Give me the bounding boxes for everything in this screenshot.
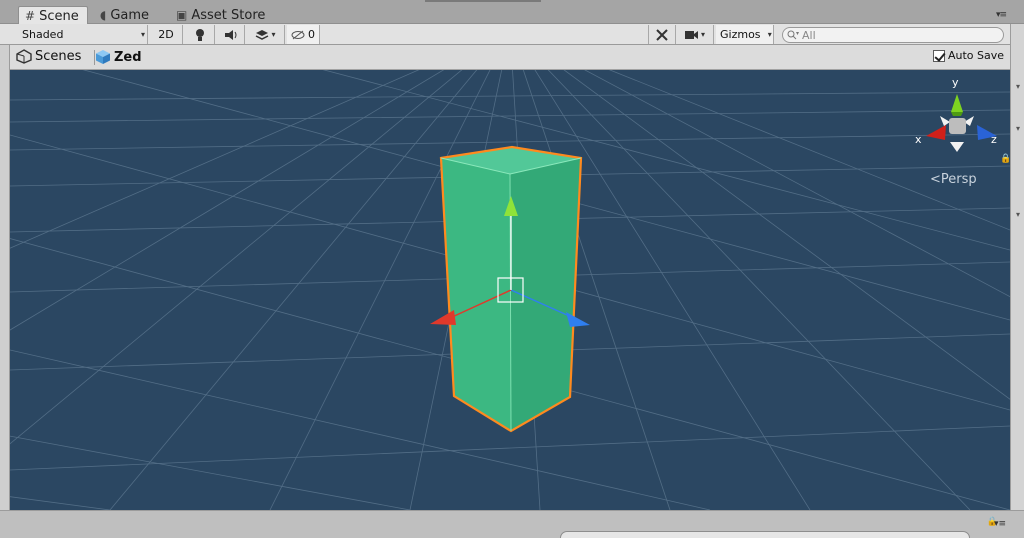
tab-scene[interactable]: # Scene — [18, 6, 88, 25]
camera-dropdown[interactable]: ▾ — [678, 25, 714, 44]
mode-2d-button[interactable]: 2D — [150, 25, 183, 44]
x-axis-handle[interactable] — [430, 310, 456, 325]
layers-icon — [255, 30, 268, 40]
search-input[interactable]: ▾ All — [782, 27, 1004, 43]
svg-text:▾: ▾ — [796, 30, 799, 37]
z-axis-handle[interactable] — [566, 312, 590, 327]
tab-game[interactable]: ◖ Game — [94, 6, 157, 24]
right-panel-edge: ▾ ▾ ▾ — [1010, 24, 1024, 513]
orientation-gizmo[interactable] — [926, 94, 997, 152]
bottom-panel-strip: 🔒 ▾≡ — [0, 510, 1024, 538]
prefab-breadcrumb[interactable]: Zed — [95, 49, 142, 65]
projection-toggle[interactable]: <Persp — [930, 172, 977, 187]
lighting-toggle[interactable] — [185, 25, 215, 44]
scene-viewport[interactable]: 🔒 y x z <Persp — [10, 70, 1010, 510]
effects-dropdown[interactable]: ▾ — [247, 25, 285, 44]
tab-strip: # Scene ◖ Game ▣ Asset Store ▾≡ — [0, 0, 1024, 25]
collapse-arrow-icon[interactable]: ▾ — [1016, 210, 1024, 219]
collapse-arrow-icon[interactable]: ▾ — [1016, 124, 1024, 133]
grid-icon: # — [25, 9, 36, 23]
search-icon: ▾ — [787, 30, 799, 40]
hidden-count: 0 — [308, 28, 315, 41]
autosave-toggle[interactable]: Auto Save — [932, 49, 1004, 62]
camera-icon — [685, 31, 698, 39]
title-divider — [425, 0, 541, 2]
pacman-icon: ◖ — [100, 8, 107, 22]
chevron-down-icon: ▾ — [700, 30, 705, 39]
chevron-down-icon: ▾ — [271, 30, 276, 39]
speaker-icon — [224, 29, 236, 40]
search-placeholder: All — [802, 28, 816, 42]
shading-mode-dropdown[interactable]: Shaded ▾ — [18, 25, 148, 44]
chevron-left-icon: < — [930, 172, 941, 187]
bottom-search-field[interactable] — [560, 531, 970, 538]
prefab-cube-icon — [96, 50, 110, 64]
tab-game-label: Game — [110, 7, 150, 23]
chevron-down-icon: ▾ — [140, 30, 145, 39]
gizmos-label: Gizmos — [720, 28, 761, 41]
tab-scene-label: Scene — [39, 8, 79, 24]
lock-icon[interactable]: 🔒 — [1000, 154, 1010, 164]
tab-asset-store-label: Asset Store — [191, 7, 266, 23]
tools-icon — [656, 28, 668, 41]
audio-toggle[interactable] — [217, 25, 245, 44]
autosave-label: Auto Save — [947, 49, 1004, 62]
scene-tools-button[interactable] — [648, 25, 676, 44]
autosave-checkbox[interactable] — [932, 49, 945, 62]
shading-mode-label: Shaded — [22, 28, 64, 41]
gizmo-z-label: z — [991, 133, 997, 146]
scene-render[interactable] — [10, 70, 1010, 510]
scenes-label: Scenes — [35, 49, 82, 64]
projection-label: Persp — [940, 172, 977, 187]
breadcrumb: Scenes Zed Auto Save — [10, 45, 1010, 70]
gizmos-button[interactable]: Gizmos ▾ — [716, 25, 774, 44]
eye-slash-icon — [291, 30, 305, 39]
tab-asset-store[interactable]: ▣ Asset Store — [170, 6, 273, 24]
chevron-down-icon: ▾ — [767, 30, 772, 39]
panel-menu-icon[interactable]: ▾≡ — [994, 519, 1006, 529]
panel-menu-icon[interactable]: ▾≡ — [996, 10, 1007, 20]
scenes-breadcrumb-button[interactable]: Scenes — [16, 49, 81, 64]
mode-2d-label: 2D — [158, 28, 174, 41]
prefab-name: Zed — [114, 49, 142, 65]
scene-toolbar: Shaded ▾ 2D ▾ 0 ▾ Gizmos ▾ ▾ All — [0, 24, 1010, 45]
collapse-arrow-icon[interactable]: ▾ — [1016, 82, 1024, 91]
lightbulb-icon — [195, 28, 204, 41]
left-panel-edge — [0, 45, 10, 513]
bag-icon: ▣ — [176, 8, 188, 22]
gizmo-y-label: y — [952, 76, 959, 89]
gizmo-x-label: x — [915, 133, 922, 146]
hidden-objects-toggle[interactable]: 0 — [287, 25, 320, 44]
unity-logo-icon — [16, 49, 32, 64]
